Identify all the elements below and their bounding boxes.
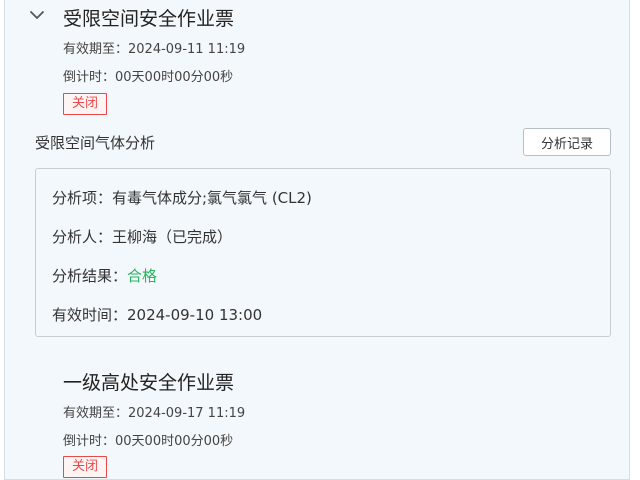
ticket-expiry: 有效期至：2024-09-11 11:19 xyxy=(63,42,246,57)
analysis-analyst: 分析人：王柳海（已完成） xyxy=(52,228,233,246)
chevron-down-icon[interactable] xyxy=(29,7,45,23)
analysis-result: 分析结果：合格 xyxy=(52,265,157,286)
section-title: 受限空间气体分析 xyxy=(35,134,156,152)
analysis-records-button[interactable]: 分析记录 xyxy=(523,128,611,156)
gas-analysis-card: 分析项：有毒气体成分;氯气氯气 (CL2) 分析人：王柳海（已完成） 分析结果：… xyxy=(35,168,611,337)
analysis-result-label: 分析结果： xyxy=(52,267,128,285)
analysis-valid-time: 有效时间：2024-09-10 13:00 xyxy=(52,306,263,324)
analysis-result-value: 合格 xyxy=(127,267,158,285)
ticket-countdown: 倒计时：00天00时00分00秒 xyxy=(63,434,234,449)
ticket-title[interactable]: 受限空间安全作业票 xyxy=(63,4,234,31)
ticket-countdown: 倒计时：00天00时00分00秒 xyxy=(63,70,234,85)
status-badge-closed: 关闭 xyxy=(63,456,108,478)
status-badge-closed: 关闭 xyxy=(63,93,108,115)
ticket-list-panel: 受限空间安全作业票 有效期至：2024-09-11 11:19 倒计时：00天0… xyxy=(4,0,630,480)
ticket-expiry: 有效期至：2024-09-17 11:19 xyxy=(63,406,246,421)
analysis-item: 分析项：有毒气体成分;氯气氯气 (CL2) xyxy=(52,189,312,207)
ticket-title[interactable]: 一级高处安全作业票 xyxy=(63,368,234,395)
